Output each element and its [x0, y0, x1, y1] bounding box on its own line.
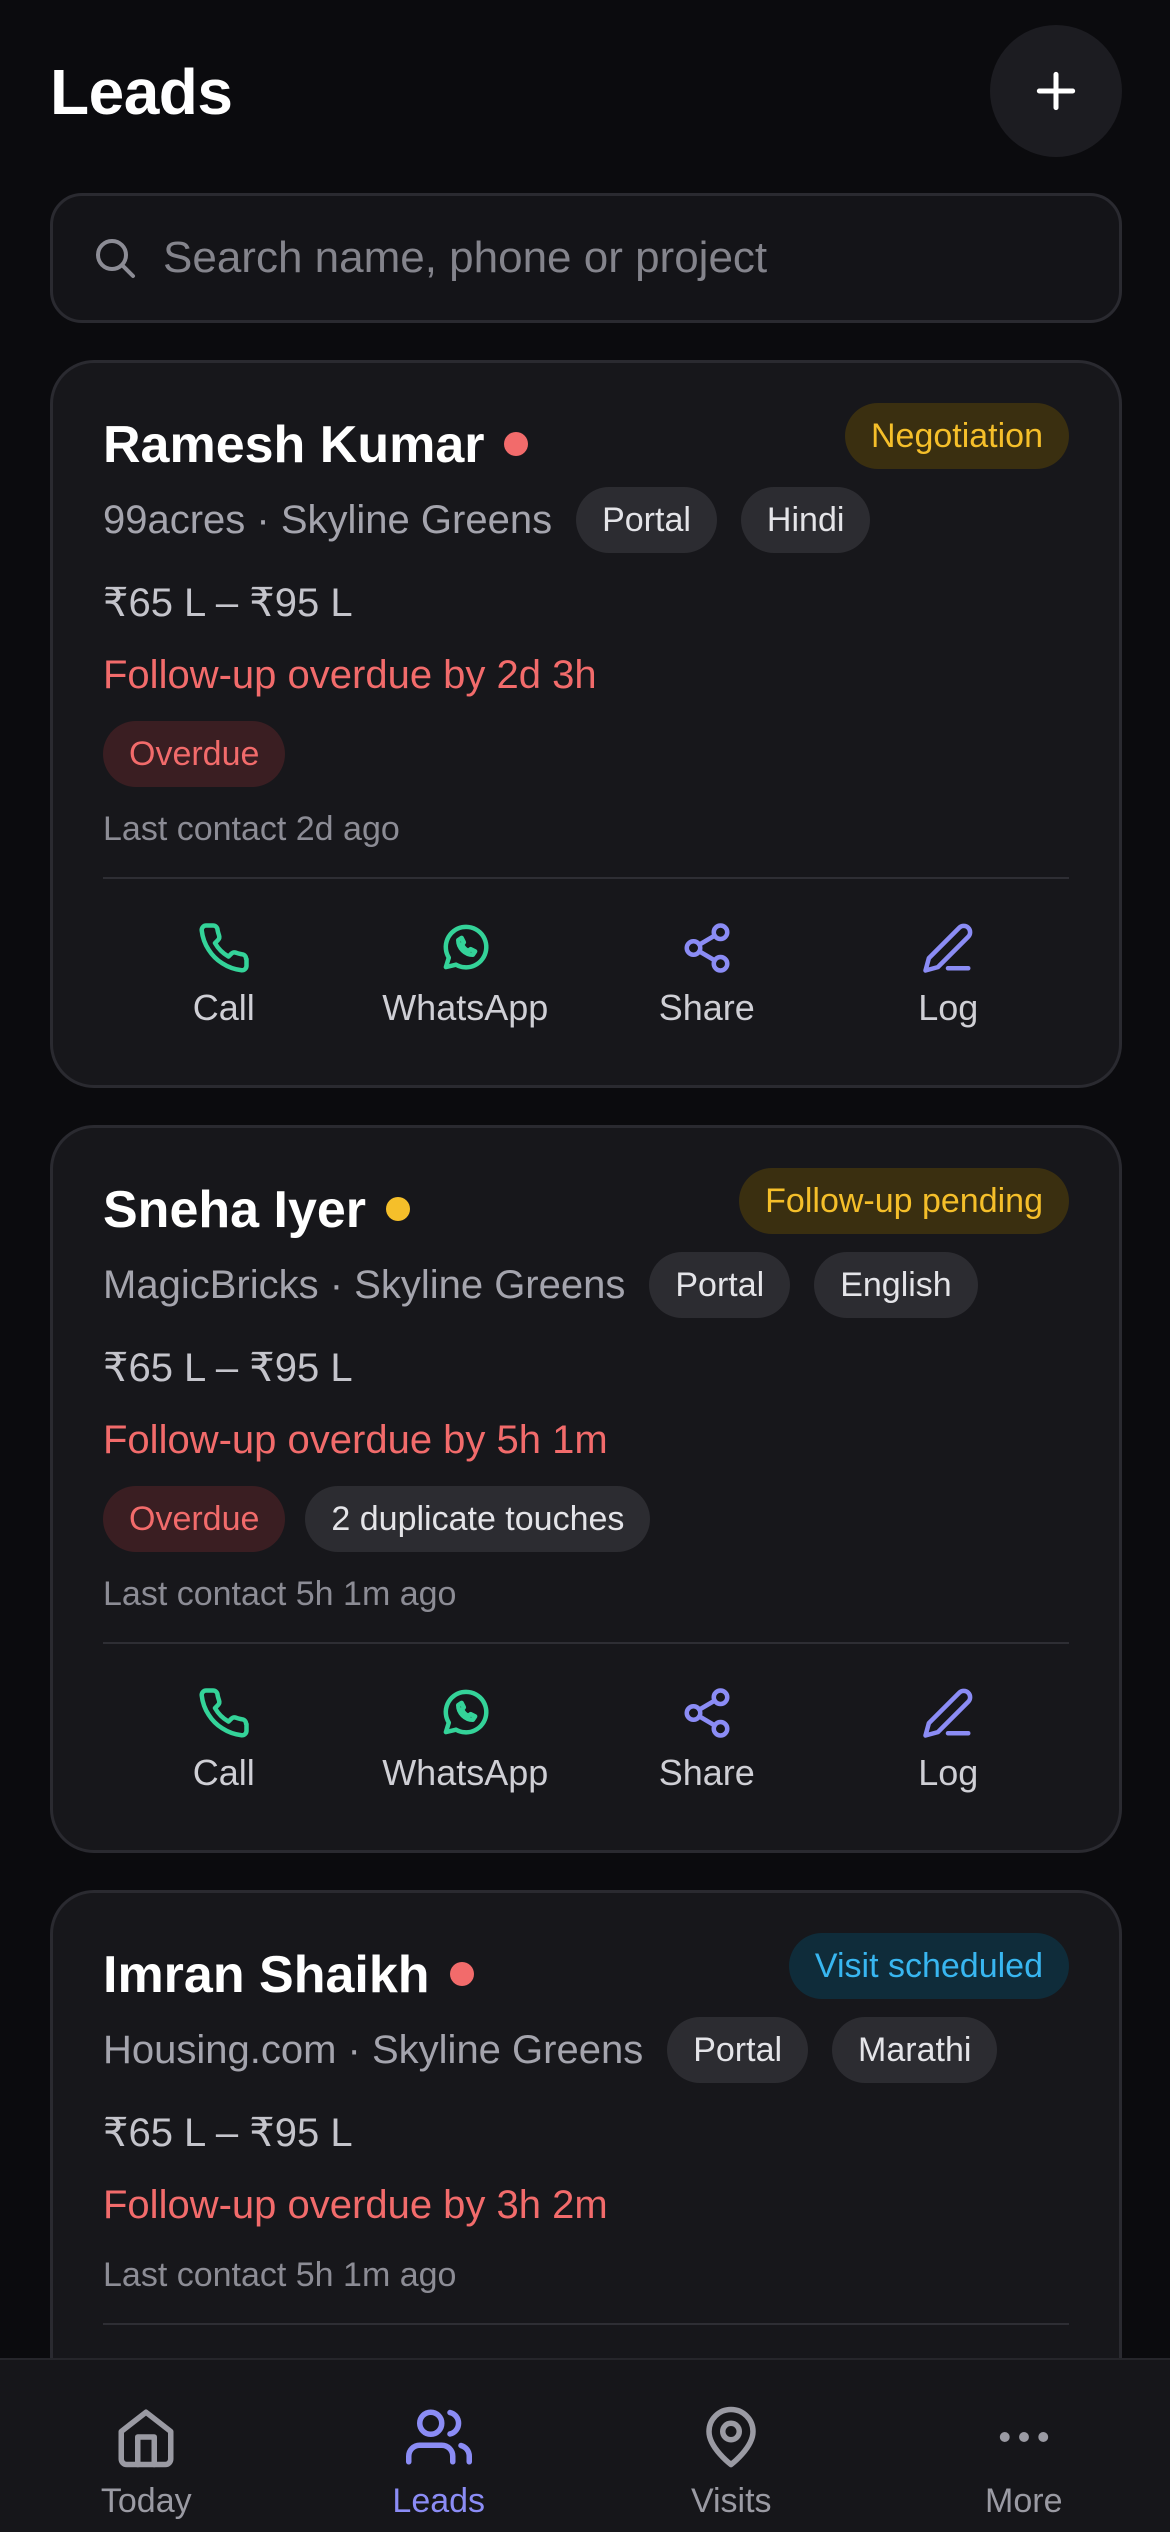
chip-channel: Portal [667, 2017, 809, 2083]
share-button[interactable]: Share [586, 1644, 828, 1810]
plus-icon [1036, 71, 1076, 111]
pencil-icon [923, 923, 973, 973]
nav-item-leads[interactable]: Leads [293, 2360, 586, 2532]
whatsapp-icon [443, 924, 489, 970]
nav-label: Today [100, 2482, 192, 2520]
followup-status: Follow-up overdue by 2d 3h [103, 653, 597, 697]
call-button[interactable]: Call [103, 879, 345, 1045]
status-badge: Follow-up pending [739, 1168, 1069, 1234]
chip-channel: Portal [576, 487, 717, 553]
app: Leads Ramesh Kumar Negotiation 99acres ·… [0, 0, 1170, 2532]
action-label: WhatsApp [382, 987, 549, 1028]
users-icon [405, 2409, 472, 2465]
last-contact: Last contact 5h 1m ago [103, 1575, 457, 1613]
lead-name: Imran Shaikh [103, 1946, 430, 2004]
nav-label: Leads [392, 2482, 486, 2520]
phone-icon [199, 1688, 249, 1738]
whatsapp-icon [443, 1689, 489, 1735]
overdue-tag: Overdue [103, 1486, 286, 1552]
map-pin-icon [706, 2406, 756, 2468]
lead-name-wrap: Ramesh Kumar [103, 415, 529, 475]
action-label: Share [658, 987, 755, 1028]
nav-label: Visits [690, 2482, 772, 2520]
add-lead-button[interactable] [990, 25, 1122, 157]
lead-source: MagicBricks · Skyline Greens [103, 1262, 626, 1307]
lead-actions: Call WhatsApp Share Log [103, 1644, 1069, 1810]
bottom-nav: Today Leads Visits More [0, 2358, 1170, 2532]
priority-dot [504, 432, 529, 457]
call-button[interactable]: Call [103, 1644, 345, 1810]
lead-card[interactable]: Sneha Iyer Follow-up pending MagicBricks… [50, 1125, 1122, 1853]
last-contact: Last contact 5h 1m ago [103, 2256, 457, 2294]
nav-item-more[interactable]: More [878, 2360, 1170, 2532]
share-button[interactable]: Share [586, 879, 828, 1045]
lead-source: Housing.com · Skyline Greens [103, 2027, 644, 2072]
search-icon [96, 239, 135, 278]
lead-budget: ₹65 L – ₹95 L [103, 581, 353, 625]
followup-status: Follow-up overdue by 3h 2m [103, 2183, 608, 2227]
divider [103, 2323, 1069, 2325]
lead-card[interactable]: Ramesh Kumar Negotiation 99acres · Skyli… [50, 360, 1122, 1088]
priority-dot [449, 1962, 474, 1987]
status-badge: Negotiation [844, 403, 1069, 469]
page-title: Leads [50, 56, 233, 128]
overdue-tag: Overdue [103, 721, 286, 787]
action-label: Call [192, 987, 255, 1028]
chip-channel: Portal [649, 1252, 791, 1318]
lead-budget: ₹65 L – ₹95 L [103, 1346, 353, 1390]
log-button[interactable]: Log [828, 1644, 1070, 1810]
followup-status: Follow-up overdue by 5h 1m [103, 1418, 608, 1462]
action-label: Log [918, 1752, 979, 1793]
share-icon [684, 923, 730, 973]
whatsapp-button[interactable]: WhatsApp [345, 1644, 587, 1810]
share-icon [684, 1688, 730, 1738]
nav-label: More [985, 2482, 1063, 2520]
pencil-icon [923, 1688, 973, 1738]
chip-language: English [814, 1252, 978, 1318]
duplicate-touches-tag: 2 duplicate touches [305, 1486, 651, 1552]
last-contact: Last contact 2d ago [103, 810, 400, 848]
more-dots-icon [999, 2432, 1048, 2442]
search-input[interactable] [163, 196, 1119, 320]
priority-dot [386, 1197, 411, 1222]
chip-language: Hindi [740, 487, 871, 553]
lead-name: Sneha Iyer [103, 1181, 367, 1239]
phone-icon [199, 923, 249, 973]
log-button[interactable]: Log [828, 879, 1070, 1045]
lead-actions: Call WhatsApp Share Log [103, 879, 1069, 1045]
header: Leads [50, 0, 1122, 180]
action-label: WhatsApp [382, 1752, 549, 1793]
action-label: Log [918, 987, 979, 1028]
lead-budget: ₹65 L – ₹95 L [103, 2111, 353, 2155]
chip-language: Marathi [832, 2017, 998, 2083]
home-icon [118, 2409, 174, 2468]
nav-item-visits[interactable]: Visits [585, 2360, 878, 2532]
search-bar[interactable] [50, 193, 1122, 323]
lead-name-wrap: Sneha Iyer [103, 1180, 411, 1240]
lead-source: 99acres · Skyline Greens [103, 497, 553, 542]
action-label: Share [658, 1752, 755, 1793]
action-label: Call [192, 1752, 255, 1793]
whatsapp-button[interactable]: WhatsApp [345, 879, 587, 1045]
lead-name-wrap: Imran Shaikh [103, 1945, 474, 2005]
nav-item-today[interactable]: Today [0, 2360, 293, 2532]
status-badge: Visit scheduled [788, 1933, 1069, 1999]
lead-name: Ramesh Kumar [103, 416, 485, 474]
